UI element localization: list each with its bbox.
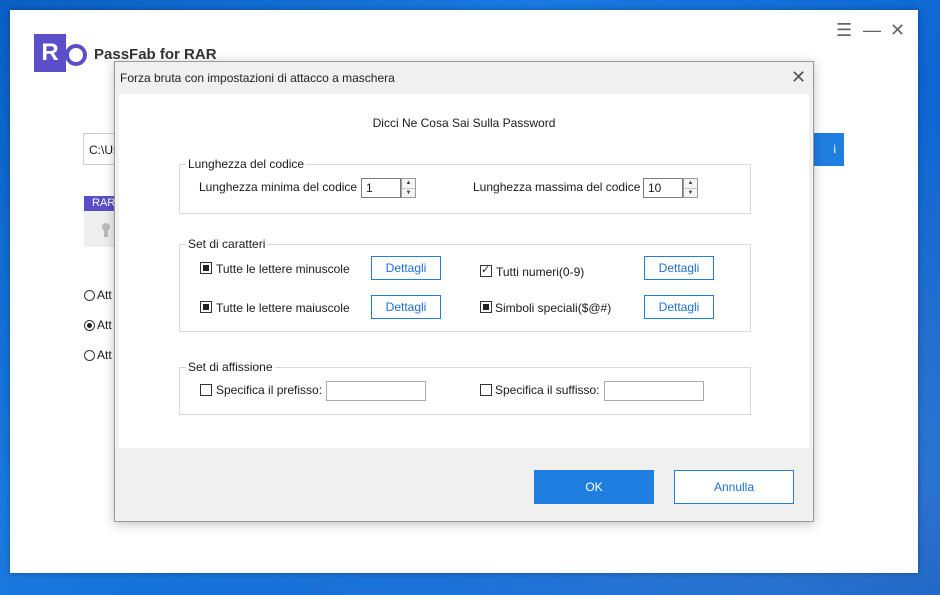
radio-button[interactable] — [84, 349, 95, 361]
symbols-checkbox[interactable] — [480, 301, 492, 313]
uppercase-details-button[interactable]: Dettagli — [371, 295, 441, 319]
dialog-heading: Dicci Ne Cosa Sai Sulla Password — [372, 116, 556, 130]
attack-option-label: Att — [97, 288, 112, 302]
max-length-input[interactable]: 10 — [643, 178, 683, 198]
attack-option-1[interactable]: Att — [84, 288, 112, 302]
length-group: Lunghezza del codice Lunghezza minima de… — [179, 157, 751, 214]
spin-down-icon[interactable]: ▼ — [684, 189, 697, 198]
uppercase-label: Tutte le lettere maiuscole — [216, 301, 350, 315]
menu-icon[interactable]: ☰ — [836, 20, 852, 41]
close-icon[interactable]: ✕ — [890, 20, 905, 41]
suffix-label: Specifica il suffisso: — [495, 383, 600, 397]
minimize-icon[interactable]: — — [863, 20, 881, 41]
affix-group-legend: Set di affissione — [186, 360, 275, 374]
attack-option-2[interactable]: Att — [84, 318, 112, 332]
min-length-stepper[interactable]: ▲ ▼ — [401, 178, 416, 198]
symbols-details-button[interactable]: Dettagli — [644, 295, 714, 319]
suffix-checkbox[interactable] — [480, 384, 492, 396]
lowercase-label: Tutte le lettere minuscole — [216, 262, 350, 276]
length-group-legend: Lunghezza del codice — [186, 157, 307, 171]
numbers-label: Tutti numeri(0-9) — [496, 265, 585, 279]
attack-option-3[interactable]: Att — [84, 348, 112, 362]
dialog-close-icon[interactable]: ✕ — [791, 67, 806, 88]
symbols-label: Simboli speciali($@#) — [495, 301, 612, 315]
radio-button-selected[interactable] — [84, 319, 95, 331]
cancel-button[interactable]: Annulla — [674, 470, 794, 504]
lock-icon-stem — [104, 229, 108, 237]
spin-down-icon[interactable]: ▼ — [402, 189, 415, 198]
suffix-input[interactable] — [604, 381, 704, 401]
prefix-checkbox[interactable] — [200, 384, 212, 396]
mask-attack-dialog: Forza bruta con impostazioni di attacco … — [114, 61, 814, 522]
logo-ring — [65, 44, 87, 66]
max-length-stepper[interactable]: ▲ ▼ — [683, 178, 698, 198]
charset-group: Set di caratteri Tutte le lettere minusc… — [179, 237, 751, 332]
ok-button[interactable]: OK — [534, 470, 654, 504]
spin-up-icon[interactable]: ▲ — [402, 179, 415, 189]
logo-letter: R — [41, 39, 59, 66]
numbers-details-button[interactable]: Dettagli — [644, 256, 714, 280]
spin-up-icon[interactable]: ▲ — [684, 179, 697, 189]
attack-option-label: Att — [97, 348, 112, 362]
charset-group-legend: Set di caratteri — [186, 237, 268, 251]
prefix-input[interactable] — [326, 381, 426, 401]
lowercase-details-button[interactable]: Dettagli — [371, 256, 441, 280]
numbers-checkbox[interactable] — [480, 263, 492, 277]
min-length-input[interactable]: 1 — [361, 178, 401, 198]
attack-option-label: Att — [97, 318, 112, 332]
lowercase-checkbox[interactable] — [200, 262, 212, 274]
radio-button[interactable] — [84, 289, 95, 301]
uppercase-checkbox[interactable] — [200, 301, 212, 313]
max-length-value: 10 — [648, 181, 662, 195]
dialog-panel: Dicci Ne Cosa Sai Sulla Password Lunghez… — [119, 94, 809, 448]
max-length-label: Lunghezza massima del codice — [473, 180, 641, 194]
dialog-title: Forza bruta con impostazioni di attacco … — [120, 71, 395, 85]
min-length-value: 1 — [366, 181, 373, 195]
min-length-label: Lunghezza minima del codice — [199, 180, 358, 194]
prefix-label: Specifica il prefisso: — [216, 383, 323, 397]
affix-group: Set di affissione Specifica il prefisso:… — [179, 360, 751, 415]
